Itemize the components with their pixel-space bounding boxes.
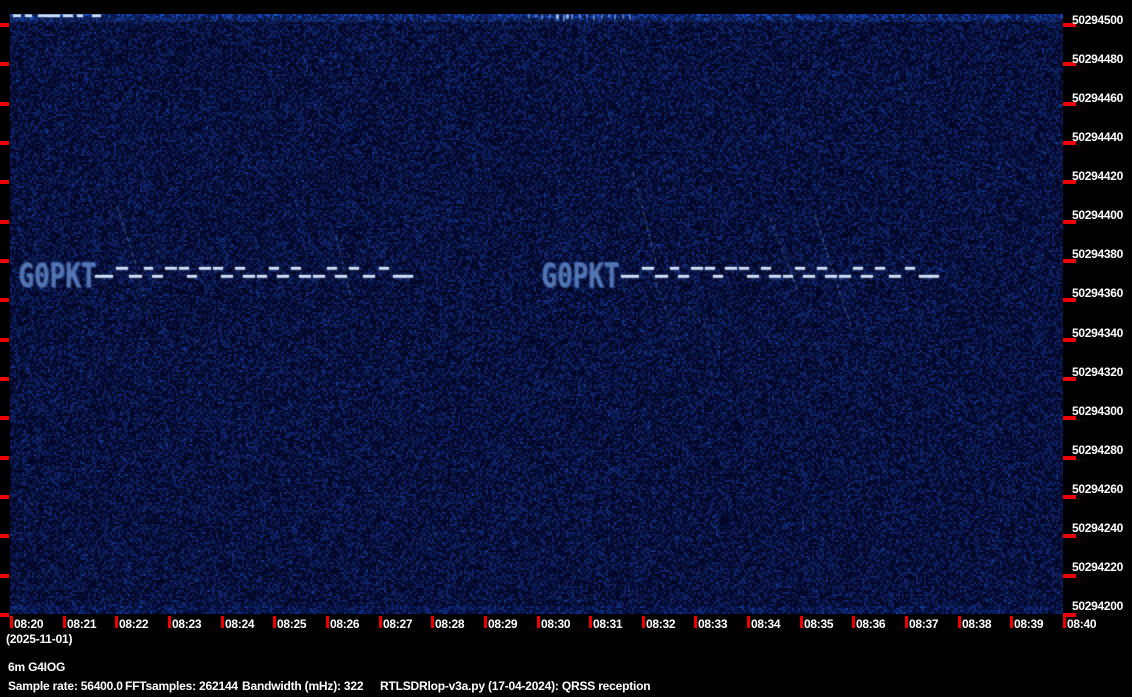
freq-label: 50294340 (1072, 326, 1123, 340)
freq-tick-left (0, 574, 9, 578)
time-label: 08:34 (751, 617, 781, 631)
time-tick (168, 616, 171, 628)
time-label: 08:33 (698, 617, 728, 631)
time-label: 08:37 (909, 617, 939, 631)
time-label: 08:20 (14, 617, 44, 631)
time-label: 08:23 (172, 617, 202, 631)
freq-tick-left (0, 534, 9, 538)
time-tick (273, 616, 276, 628)
time-label: 08:21 (67, 617, 97, 631)
freq-label: 50294320 (1072, 365, 1123, 379)
time-tick (537, 616, 540, 628)
time-tick (852, 616, 855, 628)
freq-tick-left (0, 416, 9, 420)
time-tick (431, 616, 434, 628)
freq-tick-left (0, 613, 9, 617)
freq-label: 50294420 (1072, 169, 1123, 183)
time-label: 08:26 (330, 617, 360, 631)
freq-tick-left (0, 62, 9, 66)
freq-label: 50294280 (1072, 443, 1123, 457)
date-label: (2025-11-01) (6, 632, 73, 646)
time-label: 08:25 (277, 617, 307, 631)
time-tick (905, 616, 908, 628)
time-label: 08:28 (435, 617, 465, 631)
time-label: 08:22 (119, 617, 149, 631)
time-tick (221, 616, 224, 628)
bandwidth-label: Bandwidth (mHz): 322 (242, 679, 364, 693)
station-label: 6m G4IOG (8, 660, 66, 674)
freq-label: 50294300 (1072, 404, 1123, 418)
freq-label: 50294380 (1072, 247, 1123, 261)
sample-rate-label: Sample rate: 56400.0 (8, 679, 123, 693)
freq-label: 50294220 (1072, 560, 1123, 574)
freq-tick-left (0, 180, 9, 184)
freq-tick-left (0, 220, 9, 224)
time-label: 08:40 (1067, 617, 1097, 631)
freq-tick-left (0, 23, 9, 27)
time-tick (747, 616, 750, 628)
freq-tick-left (0, 102, 9, 106)
freq-label: 50294460 (1072, 91, 1123, 105)
time-label: 08:29 (488, 617, 518, 631)
freq-tick-left (0, 456, 9, 460)
time-tick (1063, 616, 1066, 628)
freq-label: 50294500 (1072, 13, 1123, 27)
freq-tick-left (0, 141, 9, 145)
time-label: 08:27 (383, 617, 413, 631)
freq-tick-left (0, 259, 9, 263)
program-label: RTLSDRlop-v3a.py (17-04-2024): QRSS rece… (380, 679, 651, 693)
time-label: 08:38 (962, 617, 992, 631)
freq-label: 50294440 (1072, 130, 1123, 144)
time-tick (115, 616, 118, 628)
freq-label: 50294240 (1072, 521, 1123, 535)
time-tick (800, 616, 803, 628)
qrss-waterfall-screen: 50294500 50294480 50294460 50294440 50294420… (0, 0, 1132, 697)
waterfall-spectrogram (10, 14, 1063, 614)
freq-tick-left (0, 298, 9, 302)
time-tick (1010, 616, 1013, 628)
time-tick (63, 616, 66, 628)
time-tick (326, 616, 329, 628)
time-tick (958, 616, 961, 628)
freq-tick-left (0, 377, 9, 381)
freq-label: 50294260 (1072, 482, 1123, 496)
freq-tick-right (1063, 574, 1076, 578)
freq-label: 50294400 (1072, 208, 1123, 222)
freq-label: 50294200 (1072, 599, 1123, 613)
fft-samples-label: FFTsamples: 262144 (125, 679, 238, 693)
time-label: 08:32 (646, 617, 676, 631)
time-label: 08:24 (225, 617, 255, 631)
time-tick (589, 616, 592, 628)
freq-label: 50294480 (1072, 52, 1123, 66)
time-label: 08:31 (593, 617, 623, 631)
time-tick (10, 616, 13, 628)
time-label: 08:39 (1014, 617, 1044, 631)
time-label: 08:35 (804, 617, 834, 631)
time-label: 08:36 (856, 617, 886, 631)
time-tick (694, 616, 697, 628)
time-label: 08:30 (541, 617, 571, 631)
time-tick (642, 616, 645, 628)
time-tick (484, 616, 487, 628)
freq-tick-left (0, 338, 9, 342)
freq-label: 50294360 (1072, 286, 1123, 300)
freq-tick-left (0, 495, 9, 499)
time-tick (379, 616, 382, 628)
